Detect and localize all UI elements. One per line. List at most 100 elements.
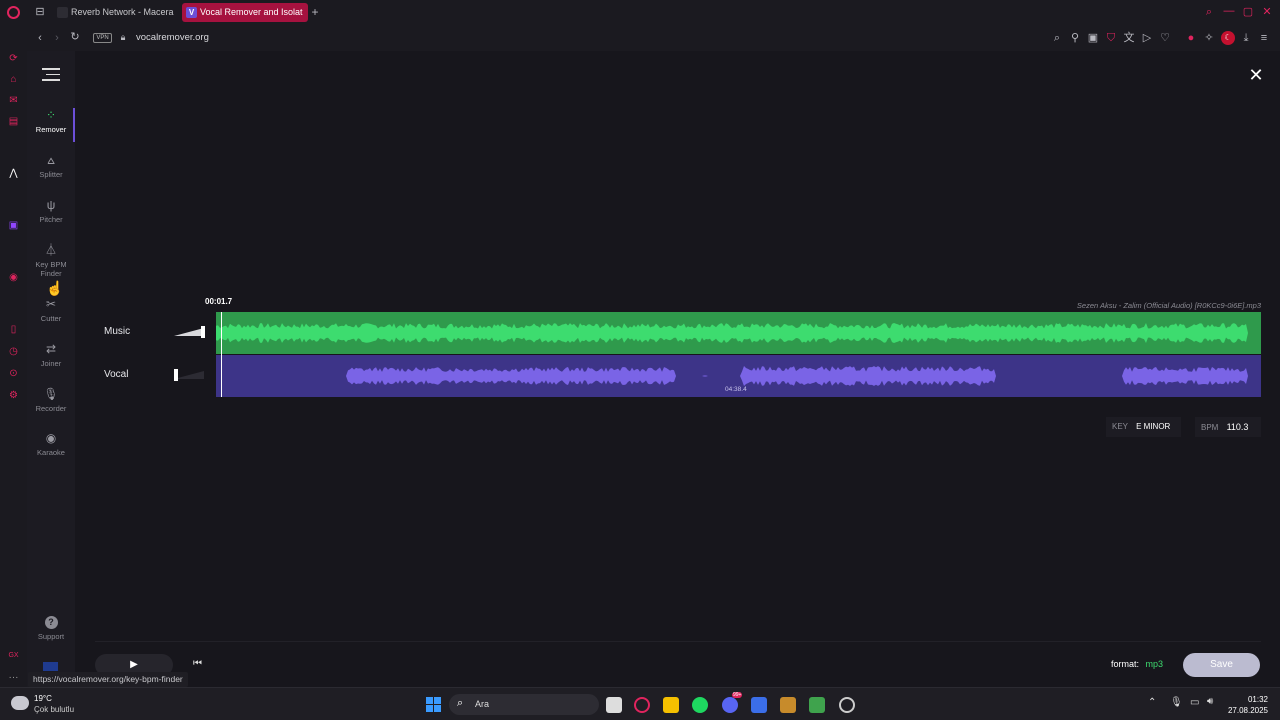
help-icon: ? [44, 616, 58, 629]
mouse-cursor-icon: ☝ [46, 280, 64, 296]
duration-label: 04:38.4 [725, 386, 747, 393]
app-icon[interactable] [751, 697, 767, 713]
bpm-value: 110.3 [1226, 422, 1249, 432]
app-icon[interactable] [809, 697, 825, 713]
extension-icon[interactable]: ● [1184, 32, 1198, 44]
hamburger-menu-icon[interactable] [42, 68, 60, 81]
key-value: E MINOR [1136, 422, 1171, 431]
language-flag-icon[interactable] [43, 662, 58, 671]
volume-slider[interactable] [174, 325, 206, 339]
tab-overview-icon[interactable]: ⊟ [33, 6, 47, 18]
nav-label: Cutter [40, 314, 62, 323]
puzzle-icon[interactable]: ✧ [1202, 32, 1216, 44]
vpn-badge[interactable]: VPN [93, 33, 112, 43]
taskbar-search[interactable]: ⌕ Ara [449, 694, 599, 715]
settings-taskbar-icon[interactable] [839, 697, 855, 713]
messenger-icon[interactable]: ✉ [7, 94, 20, 107]
tab-vocal-remover[interactable]: V Vocal Remover and Isolat [182, 3, 308, 22]
lock-icon[interactable]: 🔒︎ [116, 31, 130, 43]
minimize-icon[interactable]: — [1222, 5, 1236, 17]
nav-pitcher[interactable]: ψ Pitcher [27, 198, 75, 225]
music-waveform[interactable] [216, 312, 1261, 354]
back-icon[interactable]: ‹ [33, 32, 47, 44]
clock-date[interactable]: 27.08.2025 [1222, 706, 1268, 715]
nav-splitter[interactable]: ⩟ Splitter [27, 154, 75, 180]
weather-icon[interactable] [11, 696, 29, 710]
opera-taskbar-icon[interactable] [634, 697, 650, 713]
zoom-icon[interactable]: ⌕ [1050, 32, 1064, 44]
browser-tab-bar: ⊟ Reverb Network - Macera V Vocal Remove… [0, 0, 1280, 25]
vocal-remover-app: ⁘ Remover ⩟ Splitter ψ Pitcher ⏃ Key BPM… [27, 51, 1280, 687]
news-icon[interactable]: ▤ [7, 115, 20, 128]
nav-support[interactable]: ? Support [27, 616, 75, 641]
nav-label: Support [37, 632, 65, 641]
notification-badge: 99+ [732, 692, 743, 698]
weather-temp: 19°C [34, 694, 52, 703]
forward-icon[interactable]: › [50, 32, 64, 44]
opera-logo-icon[interactable] [7, 6, 20, 19]
nav-karaoke[interactable]: ◉ Karaoke [27, 432, 75, 458]
nav-remover[interactable]: ⁘ Remover [27, 109, 75, 135]
search-label: Ara [475, 699, 490, 709]
discord-icon[interactable] [722, 697, 738, 713]
start-windows-icon[interactable] [426, 697, 441, 712]
format-selector[interactable]: format: mp3 [1111, 659, 1163, 669]
playhead[interactable] [221, 312, 222, 397]
nav-key-bpm-finder[interactable]: ⏃ Key BPM Finder [27, 244, 75, 279]
gx-icon[interactable]: GX [7, 649, 20, 662]
network-icon[interactable]: ▭ [1190, 697, 1199, 708]
heart-icon[interactable]: ♡ [1158, 32, 1172, 44]
search-tabs-icon[interactable]: ⌕ [1202, 6, 1216, 18]
nav-recorder[interactable]: 🎙︎ Recorder [27, 387, 75, 414]
tray-chevron-icon[interactable]: ⌃ [1148, 697, 1156, 708]
new-tab-button[interactable]: + [308, 6, 322, 18]
opera-ai-icon[interactable]: ⟳ [7, 52, 20, 65]
nav-label: Splitter [39, 170, 63, 179]
address-field[interactable]: vocalremover.org [136, 32, 209, 43]
bottom-divider [95, 641, 1261, 642]
nav-cutter[interactable]: ✂ Cutter [27, 298, 75, 324]
download-icon[interactable]: ⤓ [1239, 32, 1253, 44]
reload-icon[interactable]: ↻ [68, 31, 82, 43]
more-icon[interactable]: ··· [7, 671, 20, 684]
twitch-icon[interactable]: ▣ [7, 219, 20, 232]
pin-icon[interactable]: ⚲ [1068, 32, 1082, 44]
mic-tray-icon[interactable]: 🎙︎ [1170, 697, 1183, 708]
downloads-side-icon[interactable]: ⊙ [7, 367, 20, 380]
app-icon[interactable] [780, 697, 796, 713]
clock-time[interactable]: 01:32 [1230, 695, 1268, 704]
shopping-icon[interactable]: ⌂ [7, 73, 20, 86]
translate-icon[interactable]: 文 [1122, 32, 1136, 44]
aria-icon[interactable]: ⋀ [7, 167, 20, 180]
nav-joiner[interactable]: ⇄ Joiner [27, 343, 75, 369]
rewind-button[interactable]: ⏮ [193, 658, 202, 669]
close-editor-icon[interactable]: ✕ [1246, 65, 1266, 85]
tab-reverb[interactable]: Reverb Network - Macera [53, 3, 179, 22]
menu-icon[interactable]: ≡ [1257, 32, 1271, 44]
maximize-icon[interactable]: ▢ [1241, 6, 1255, 18]
volume-icon[interactable]: 🔊︎ [1207, 696, 1213, 707]
track-label: Music [104, 326, 131, 337]
nav-label: Recorder [35, 404, 67, 413]
nav-label: Joiner [40, 359, 62, 368]
settings-side-icon[interactable]: ⚙ [7, 389, 20, 402]
save-button[interactable]: Save [1183, 653, 1260, 677]
flag-icon[interactable]: ☾ [1221, 31, 1235, 45]
bpm-label: BPM [1201, 423, 1219, 432]
spotify-icon[interactable] [692, 697, 708, 713]
file-explorer-icon[interactable] [663, 697, 679, 713]
track-label: Vocal [104, 369, 129, 380]
task-view-icon[interactable] [606, 697, 622, 713]
pinboard-icon[interactable]: ▯ [7, 323, 20, 336]
shield-icon[interactable]: ⛉ [1104, 32, 1118, 44]
snapshot-icon[interactable]: ▣ [1086, 32, 1100, 44]
volume-slider[interactable] [174, 368, 206, 382]
tuning-fork-icon: ψ [46, 198, 56, 212]
nav-label: Karaoke [37, 448, 65, 457]
video-play-icon[interactable]: ▷ [1140, 32, 1154, 44]
microphone-icon: 🎙︎ [43, 387, 59, 401]
key-label: KEY [1112, 422, 1128, 431]
music-icon[interactable]: ◉ [7, 271, 20, 284]
close-window-icon[interactable]: ✕ [1260, 6, 1274, 18]
history-icon[interactable]: ◷ [7, 345, 20, 358]
